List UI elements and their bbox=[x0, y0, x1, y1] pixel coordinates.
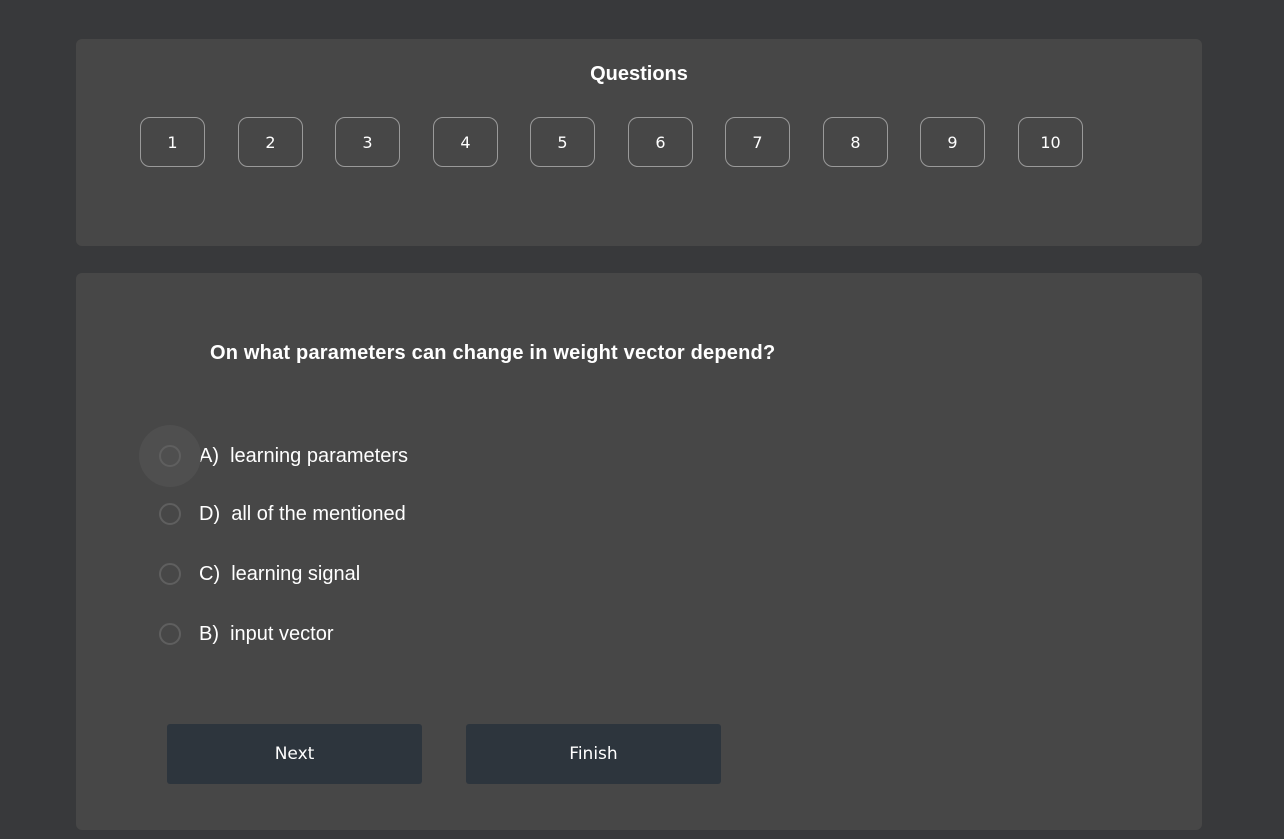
option-d-label: D) all of the mentioned bbox=[199, 502, 406, 525]
option-b[interactable]: B) input vector bbox=[156, 614, 334, 654]
question-number-4-button[interactable]: 4 bbox=[433, 117, 498, 167]
question-number-10-button[interactable]: 10 bbox=[1018, 117, 1083, 167]
radio-circle-icon[interactable] bbox=[159, 445, 181, 467]
radio-circle-icon[interactable] bbox=[159, 623, 181, 645]
radio-circle-icon[interactable] bbox=[159, 563, 181, 585]
panel-title: Questions bbox=[590, 63, 688, 85]
option-a[interactable]: A) learning parameters bbox=[139, 425, 408, 487]
next-button[interactable]: Next bbox=[167, 724, 422, 784]
question-navigator-panel: Questions 1 2 3 4 5 6 7 8 9 10 bbox=[76, 39, 1202, 246]
question-number-8-button[interactable]: 8 bbox=[823, 117, 888, 167]
option-d-radio-wrap[interactable] bbox=[156, 500, 184, 528]
question-number-2-button[interactable]: 2 bbox=[238, 117, 303, 167]
question-number-7-button[interactable]: 7 bbox=[725, 117, 790, 167]
option-d[interactable]: D) all of the mentioned bbox=[156, 494, 406, 534]
question-panel: On what parameters can change in weight … bbox=[76, 273, 1202, 830]
question-text: On what parameters can change in weight … bbox=[210, 342, 776, 364]
finish-button[interactable]: Finish bbox=[466, 724, 721, 784]
question-number-1-button[interactable]: 1 bbox=[140, 117, 205, 167]
option-b-label: B) input vector bbox=[199, 622, 334, 645]
option-a-radio-wrap[interactable] bbox=[139, 425, 201, 487]
question-number-9-button[interactable]: 9 bbox=[920, 117, 985, 167]
option-c-radio-wrap[interactable] bbox=[156, 560, 184, 588]
question-number-5-button[interactable]: 5 bbox=[530, 117, 595, 167]
question-number-3-button[interactable]: 3 bbox=[335, 117, 400, 167]
option-b-radio-wrap[interactable] bbox=[156, 620, 184, 648]
radio-circle-icon[interactable] bbox=[159, 503, 181, 525]
option-c-label: C) learning signal bbox=[199, 562, 361, 585]
option-c[interactable]: C) learning signal bbox=[156, 554, 360, 594]
option-a-label: A) learning parameters bbox=[199, 444, 408, 467]
question-number-6-button[interactable]: 6 bbox=[628, 117, 693, 167]
